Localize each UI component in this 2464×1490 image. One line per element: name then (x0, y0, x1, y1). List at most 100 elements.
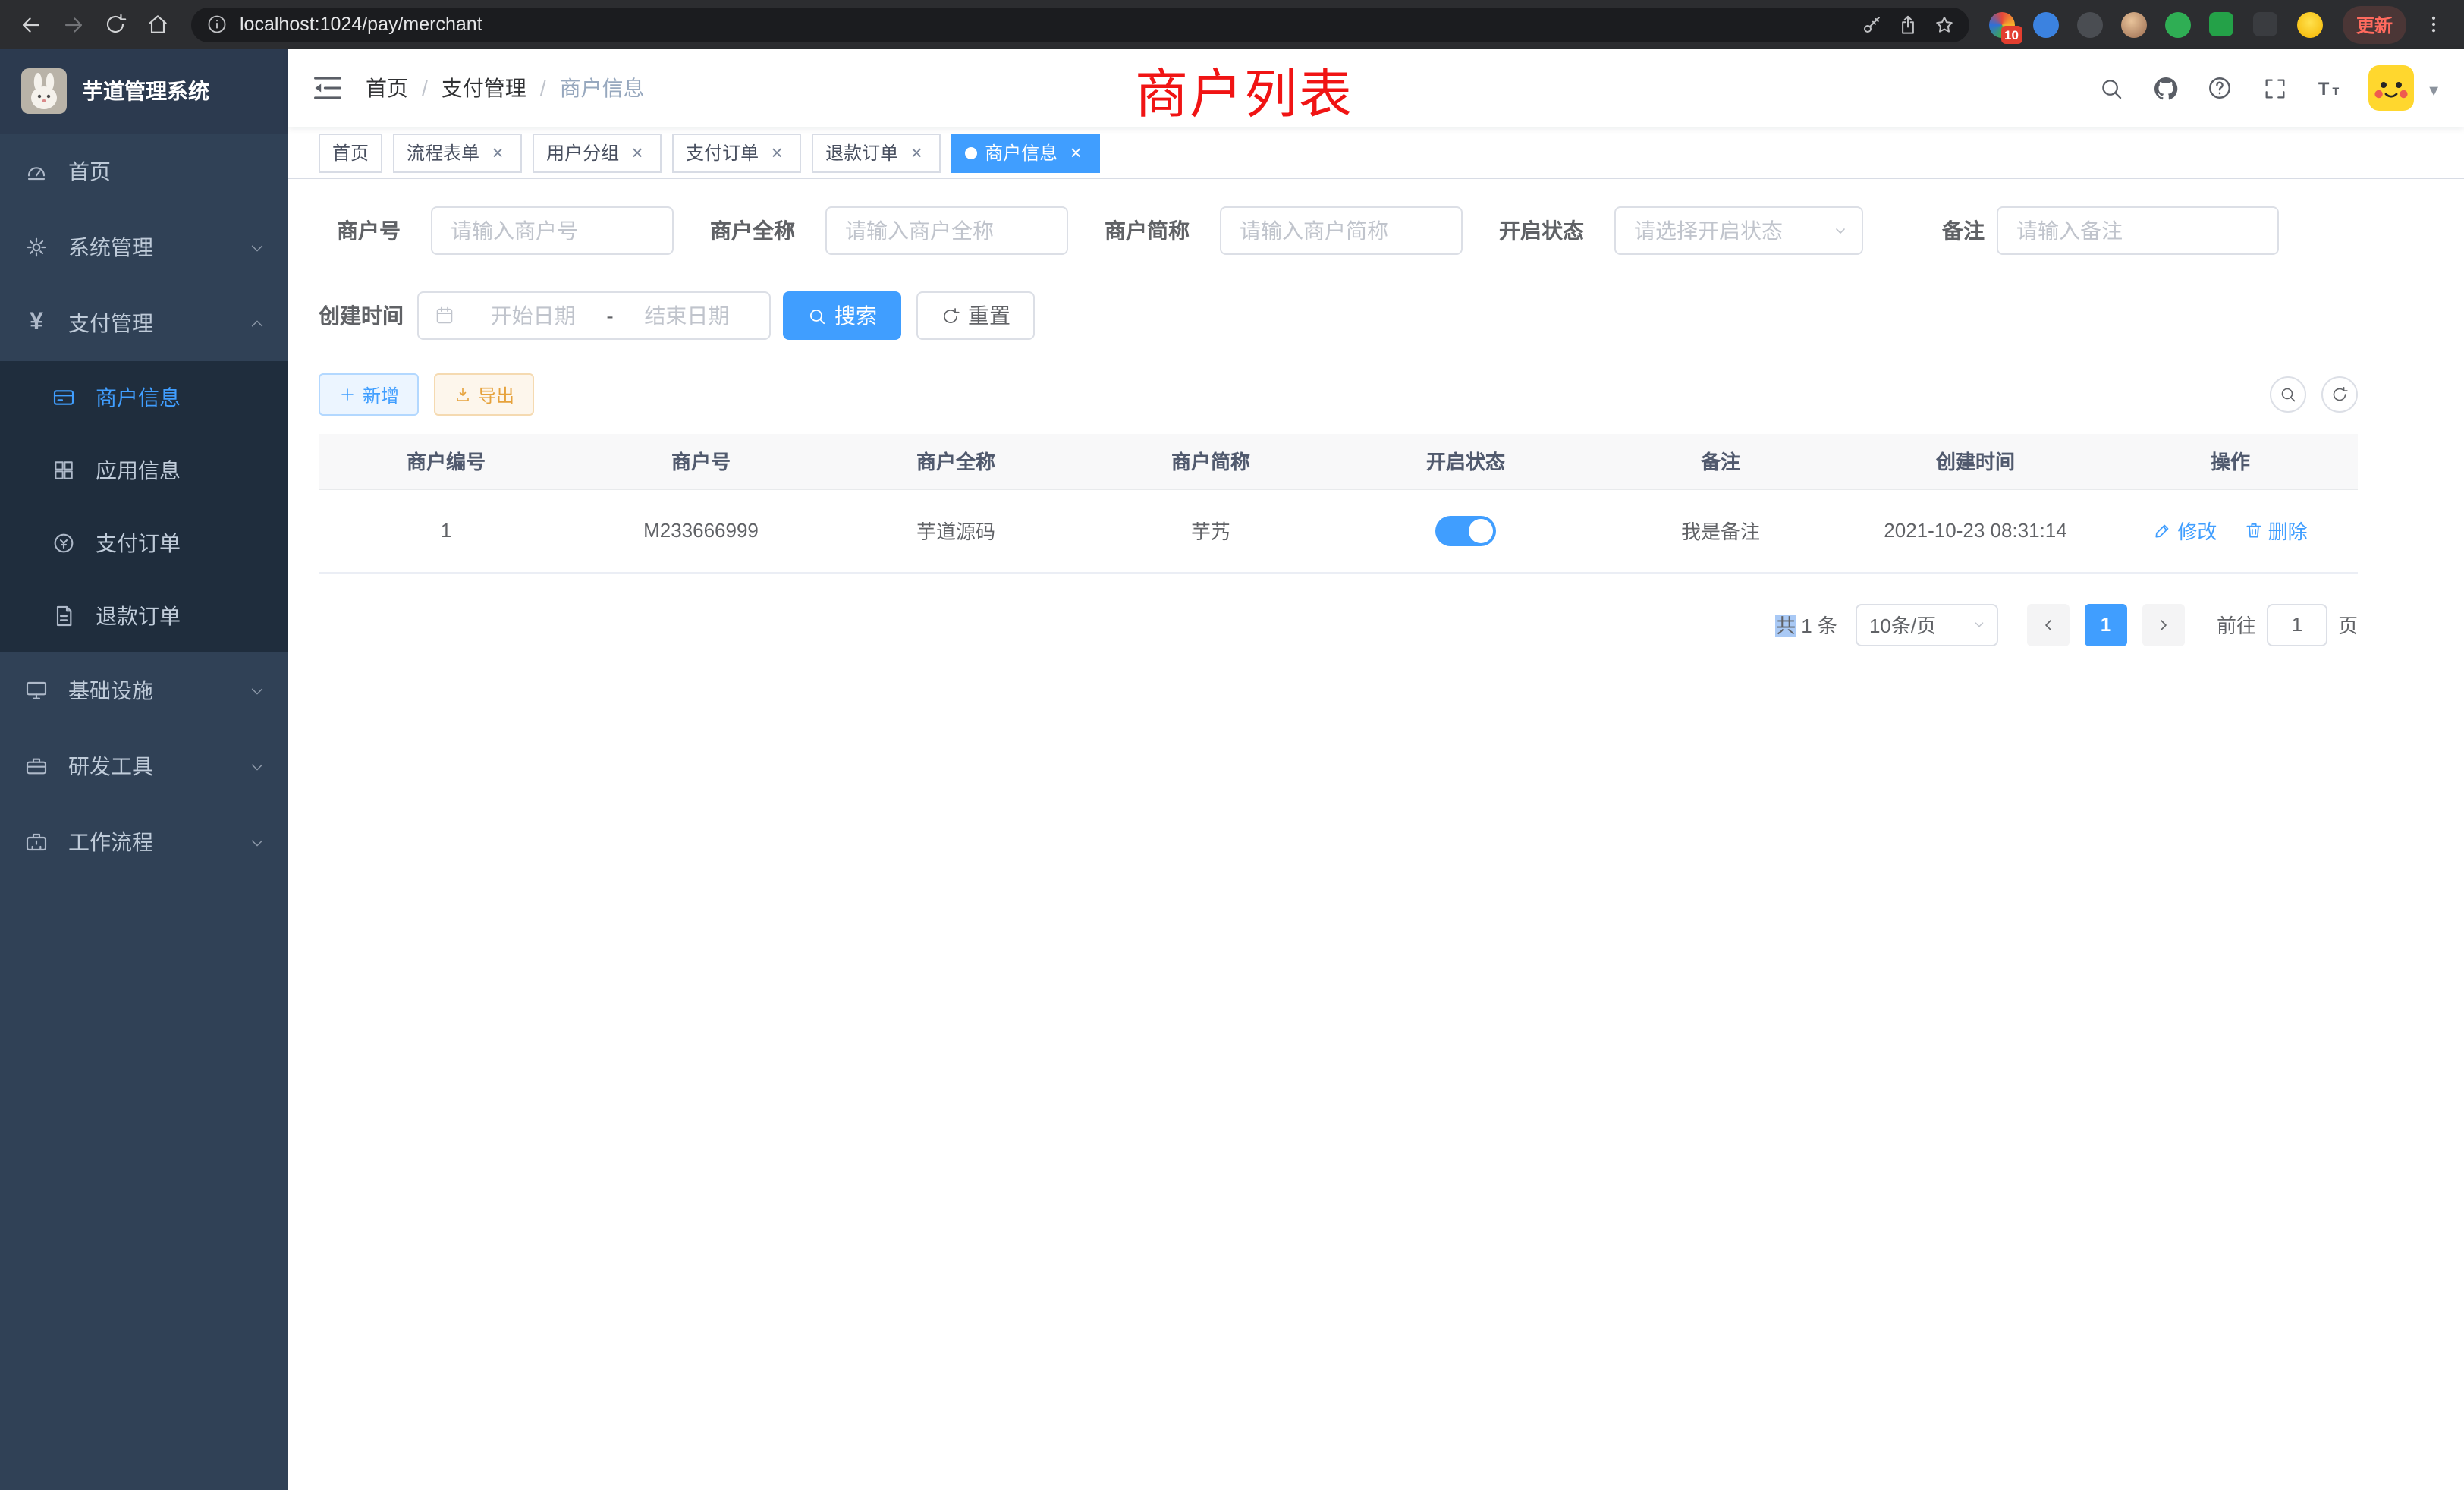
short-name-input[interactable] (1220, 206, 1463, 255)
chevron-down-icon (249, 758, 266, 775)
extension-blue-icon[interactable] (2026, 4, 2066, 45)
chevron-down-icon (249, 239, 266, 256)
avatar-caret-icon[interactable]: ▼ (2426, 83, 2441, 100)
extension-green-circle-icon[interactable] (2158, 4, 2198, 45)
export-button[interactable]: 导出 (434, 373, 534, 416)
page-content: 商户号 商户全称 商户简称 开启状态 请选择开启状态 (288, 179, 2464, 1490)
cell-merchant-no: M233666999 (574, 489, 828, 572)
sidebar-item-devtools[interactable]: 研发工具 (0, 728, 288, 804)
sidebar-item-payment[interactable]: ¥ 支付管理 (0, 285, 288, 361)
font-size-icon[interactable]: TT (2314, 73, 2344, 103)
breadcrumb-home[interactable]: 首页 (366, 73, 408, 103)
extension-pin-icon[interactable] (2246, 4, 2286, 45)
edit-pencil-icon (2153, 520, 2173, 540)
tab-refund-order[interactable]: 退款订单 × (812, 133, 941, 172)
status-select[interactable]: 请选择开启状态 (1614, 206, 1863, 255)
sidebar-toggle-button[interactable] (311, 71, 344, 105)
tab-label: 支付订单 (686, 140, 759, 165)
extension-green-square-icon[interactable] (2202, 4, 2242, 45)
user-avatar[interactable] (2368, 65, 2414, 111)
close-icon[interactable]: × (1065, 142, 1086, 163)
browser-reload-button[interactable] (94, 3, 137, 46)
field-label: 开启状态 (1499, 215, 1584, 246)
pikachu-avatar-icon (2368, 65, 2414, 111)
share-icon[interactable] (1890, 6, 1927, 42)
goto-page-input[interactable] (2267, 603, 2327, 646)
toolbox-icon (23, 753, 50, 780)
toggle-search-button[interactable] (2270, 376, 2306, 413)
tab-merchant-info[interactable]: 商户信息 × (951, 133, 1100, 172)
tab-pay-order[interactable]: 支付订单 × (672, 133, 801, 172)
tab-home[interactable]: 首页 (319, 133, 382, 172)
tab-label: 退款订单 (825, 140, 898, 165)
cell-remark: 我是备注 (1593, 489, 1848, 572)
status-toggle[interactable] (1435, 515, 1496, 545)
full-name-input[interactable] (825, 206, 1068, 255)
merchant-no-input[interactable] (431, 206, 674, 255)
sidebar-item-merchant-info[interactable]: 商户信息 (0, 361, 288, 434)
close-icon[interactable]: × (906, 142, 927, 163)
github-icon[interactable] (2150, 73, 2180, 103)
date-separator: - (600, 303, 619, 328)
logo[interactable]: 芋道管理系统 (0, 49, 288, 134)
forward-arrow-icon (60, 11, 86, 37)
sidebar-item-infra[interactable]: 基础设施 (0, 652, 288, 728)
close-icon[interactable]: × (766, 142, 787, 163)
browser-update-button[interactable]: 更新 (2343, 5, 2406, 43)
sidebar-item-label: 工作流程 (68, 827, 153, 857)
remark-input[interactable] (1997, 206, 2279, 255)
help-icon[interactable] (2205, 73, 2235, 103)
reset-button[interactable]: 重置 (916, 291, 1035, 340)
sidebar-item-app-info[interactable]: 应用信息 (0, 434, 288, 507)
browser-back-button[interactable] (9, 3, 52, 46)
filter-status: 开启状态 请选择开启状态 (1499, 206, 1863, 255)
close-icon[interactable]: × (487, 142, 508, 163)
browser-menu-button[interactable] (2412, 3, 2455, 46)
field-label: 商户号 (337, 215, 401, 246)
delete-link[interactable]: 删除 (2244, 516, 2308, 545)
password-key-icon[interactable] (1854, 6, 1890, 42)
pay-order-icon (50, 530, 77, 557)
add-button[interactable]: 新增 (319, 373, 419, 416)
address-bar[interactable]: localhost:1024/pay/merchant (191, 7, 1969, 42)
svg-text:T: T (2318, 78, 2329, 99)
sidebar-item-label: 基础设施 (68, 675, 153, 706)
browser-forward-button[interactable] (52, 3, 94, 46)
sidebar-item-workflow[interactable]: 工作流程 (0, 804, 288, 880)
breadcrumb-payment[interactable]: 支付管理 (442, 73, 526, 103)
date-range-picker[interactable]: 开始日期 - 结束日期 (417, 291, 771, 340)
sidebar-item-pay-order[interactable]: 支付订单 (0, 507, 288, 580)
chevron-up-icon (249, 315, 266, 332)
page-size-select[interactable]: 10条/页 (1856, 603, 1998, 646)
trash-icon (2244, 520, 2264, 540)
extension-smiley-icon[interactable] (2290, 4, 2330, 45)
main-panel: 首页 / 支付管理 / 商户信息 (288, 49, 2464, 1490)
add-button-label: 新增 (363, 382, 399, 407)
prev-page-button[interactable] (2027, 603, 2070, 646)
field-label: 商户简称 (1105, 215, 1190, 246)
table-tools (2270, 376, 2358, 413)
extension-colorwheel-icon[interactable]: 10 (1982, 4, 2022, 45)
site-info-icon[interactable] (206, 14, 228, 35)
browser-home-button[interactable] (137, 3, 179, 46)
extension-avatar-icon[interactable] (2114, 4, 2154, 45)
sidebar-item-system[interactable]: 系统管理 (0, 209, 288, 285)
fullscreen-icon[interactable] (2259, 73, 2290, 103)
chevron-left-icon (2039, 615, 2057, 633)
bookmark-star-icon[interactable] (1927, 6, 1963, 42)
refresh-table-button[interactable] (2321, 376, 2358, 413)
search-icon[interactable] (2095, 73, 2126, 103)
app-frame: 芋道管理系统 首页 系统管理 ¥ 支付管理 (0, 49, 2464, 1490)
edit-link[interactable]: 修改 (2153, 516, 2217, 545)
tab-user-group[interactable]: 用户分组 × (533, 133, 662, 172)
tab-process-form[interactable]: 流程表单 × (393, 133, 522, 172)
search-button[interactable]: 搜索 (783, 291, 901, 340)
extension-dark-circle-icon[interactable] (2070, 4, 2110, 45)
sidebar-item-refund-order[interactable]: 退款订单 (0, 580, 288, 652)
grid-icon (50, 457, 77, 484)
next-page-button[interactable] (2142, 603, 2185, 646)
sidebar-item-home[interactable]: 首页 (0, 134, 288, 209)
close-icon[interactable]: × (627, 142, 648, 163)
page-number-button[interactable]: 1 (2085, 603, 2127, 646)
card-icon (50, 384, 77, 411)
